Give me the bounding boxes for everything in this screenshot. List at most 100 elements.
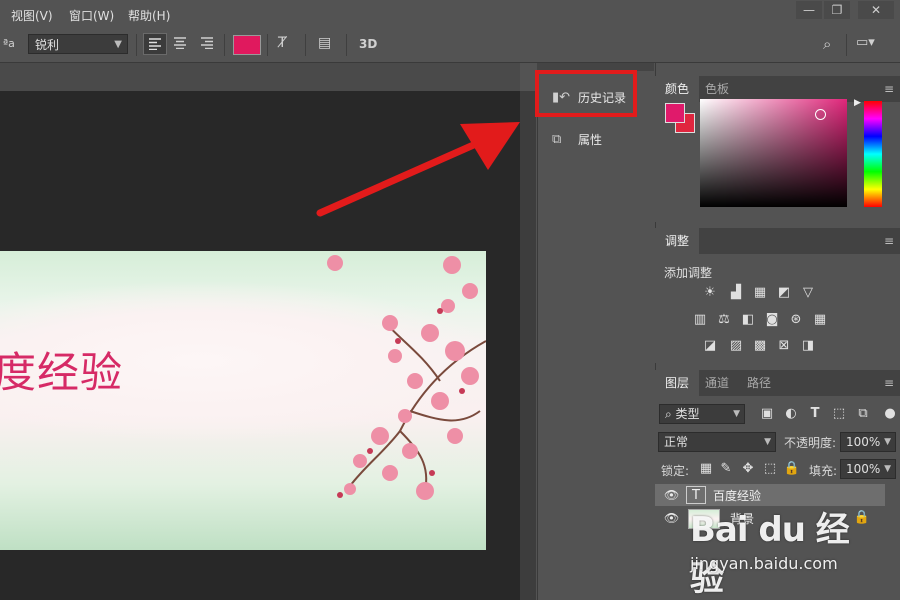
annotation-arrow — [316, 122, 520, 217]
hue-slider-handle[interactable]: ▶ — [854, 98, 861, 108]
properties-panel-button[interactable]: ⧉ 属性 — [540, 124, 652, 156]
divider — [846, 34, 847, 56]
text-color-swatch[interactable] — [233, 35, 261, 55]
posterize-icon[interactable]: ▨ — [727, 338, 745, 354]
highlight-box — [535, 70, 637, 117]
fill-value: 100% — [846, 462, 881, 476]
color-lookup-icon[interactable]: ▦ — [811, 312, 829, 328]
lock-artboard-icon[interactable]: ⬚ — [761, 461, 779, 477]
watermark: Bai du 经验 jingyan.baidu.com — [690, 502, 870, 599]
lock-all-icon[interactable]: 🔒 — [783, 461, 801, 477]
lock-image-icon[interactable]: ✎ — [717, 461, 735, 477]
chevron-down-icon: ▼ — [733, 409, 740, 419]
menu-view[interactable]: 视图(V) — [11, 7, 53, 24]
tab-adjustments[interactable]: 调整 — [655, 228, 700, 254]
opacity-field[interactable]: 100% ▼ — [840, 432, 896, 452]
fill-label: 填充: — [809, 464, 838, 478]
opacity-value: 100% — [846, 435, 881, 449]
visibility-eye-icon[interactable]: 👁 — [664, 511, 679, 525]
align-right-button[interactable] — [198, 37, 216, 53]
filter-pixel-icon[interactable]: ▣ — [758, 406, 776, 422]
filter-toggle-icon[interactable]: ● — [881, 406, 899, 422]
layer-filter-select[interactable]: ⌕ 类型 ▼ — [659, 404, 745, 424]
levels-icon[interactable]: ▟ — [727, 285, 745, 301]
invert-icon[interactable]: ◪ — [701, 338, 719, 354]
color-balance-icon[interactable]: ⚖ — [715, 312, 733, 328]
divider — [136, 34, 137, 56]
search-icon: ⌕ — [665, 407, 676, 421]
tab-layers[interactable]: 图层 — [655, 370, 700, 396]
brightness-contrast-icon[interactable]: ☀ — [701, 285, 719, 301]
divider — [346, 34, 347, 56]
menu-window[interactable]: 窗口(W) — [69, 7, 114, 24]
threshold-icon[interactable]: ▩ — [751, 338, 769, 354]
align-right-icon — [201, 37, 213, 50]
search-icon[interactable]: ⌕ — [823, 35, 831, 53]
character-panel-icon[interactable]: ▤ — [318, 35, 331, 51]
color-picker-field[interactable] — [700, 99, 847, 207]
divider — [305, 34, 306, 56]
chevron-down-icon: ▼ — [764, 437, 771, 447]
gradient-map-icon[interactable]: ◨ — [799, 338, 817, 354]
cherry-blossom-branch — [327, 255, 486, 500]
blend-mode-select[interactable]: 正常 ▼ — [658, 432, 776, 452]
align-left-button[interactable] — [143, 33, 167, 55]
antialias-icon: ªa — [3, 37, 15, 50]
canvas-image: 度经验 — [0, 251, 486, 550]
fill-field[interactable]: 100% ▼ — [840, 459, 896, 479]
tab-paths[interactable]: 路径 — [737, 370, 781, 396]
black-white-icon[interactable]: ◧ — [739, 312, 757, 328]
workspace-icon[interactable]: ▭▾ — [856, 35, 875, 50]
watermark-logo: Bai du 经验 — [690, 510, 850, 599]
warp-text-icon[interactable]: Ⱦ — [278, 35, 287, 51]
curves-icon[interactable]: ▦ — [751, 285, 769, 301]
filter-adjustment-icon[interactable]: ◐ — [782, 406, 800, 422]
hue-saturation-icon[interactable]: ▥ — [691, 312, 709, 328]
tab-color[interactable]: 颜色 — [655, 76, 700, 102]
lock-transparency-icon[interactable]: ▦ — [697, 461, 715, 477]
properties-label: 属性 — [578, 133, 603, 147]
photo-filter-icon[interactable]: ◙ — [763, 312, 781, 328]
hue-slider[interactable] — [864, 101, 882, 207]
tab-channels[interactable]: 通道 — [695, 370, 739, 396]
minimize-button[interactable]: — — [796, 1, 822, 19]
filter-shape-icon[interactable]: ⬚ — [830, 406, 848, 422]
divider — [224, 34, 225, 56]
foreground-color-swatch[interactable] — [665, 103, 685, 123]
blend-mode-value: 正常 — [664, 435, 689, 449]
adjustments-panel-tabs: 调整 ≡ — [655, 228, 900, 254]
channel-mixer-icon[interactable]: ⊛ — [787, 312, 805, 328]
filter-type-icon[interactable]: T — [806, 406, 824, 422]
document-tab-strip — [0, 63, 520, 91]
antialias-select[interactable]: 锐利 ▼ — [28, 34, 128, 54]
exposure-icon[interactable]: ◩ — [775, 285, 793, 301]
chevron-down-icon: ▼ — [884, 464, 891, 474]
color-picker-cursor[interactable] — [815, 109, 826, 120]
opacity-label: 不透明度: — [784, 436, 837, 450]
align-center-icon — [174, 37, 186, 50]
restore-button[interactable]: ❐ — [824, 1, 850, 19]
panel-menu-icon[interactable]: ≡ — [884, 234, 894, 248]
chevron-down-icon: ▼ — [884, 437, 891, 447]
watermark-url: jingyan.baidu.com — [690, 554, 838, 573]
panel-menu-icon[interactable]: ≡ — [884, 376, 894, 390]
divider — [267, 34, 268, 56]
panel-menu-icon[interactable]: ≡ — [884, 82, 894, 96]
menu-help[interactable]: 帮助(H) — [128, 7, 170, 24]
lock-label: 锁定: — [661, 464, 690, 478]
options-bar: ªa 锐利 ▼ Ⱦ ▤ 3D ⌕ ▭▾ — [0, 28, 900, 63]
vibrance-icon[interactable]: ▽ — [799, 285, 817, 301]
adjustments-title: 添加调整 — [664, 266, 713, 280]
selective-color-icon[interactable]: ⊠ — [775, 338, 793, 354]
adjustments-panel: 调整 ≡ 添加调整 ☀ ▟ ▦ ◩ ▽ ▥ ⚖ ◧ ◙ ⊛ ▦ ◪ ▨ ▩ ⊠ … — [655, 228, 900, 363]
3d-button[interactable]: 3D — [359, 37, 377, 51]
menu-bar: 视图(V) 窗口(W) 帮助(H) — ❐ ✕ — [0, 0, 900, 28]
filter-smart-object-icon[interactable]: ⧉ — [854, 406, 872, 422]
antialias-value: 锐利 — [35, 38, 60, 52]
visibility-eye-icon[interactable]: 👁 — [664, 488, 679, 502]
close-button[interactable]: ✕ — [858, 1, 894, 19]
layers-panel-tabs: 图层 通道 路径 ≡ — [655, 370, 900, 396]
lock-position-icon[interactable]: ✥ — [739, 461, 757, 477]
align-center-button[interactable] — [171, 37, 189, 53]
align-left-icon — [149, 38, 161, 51]
